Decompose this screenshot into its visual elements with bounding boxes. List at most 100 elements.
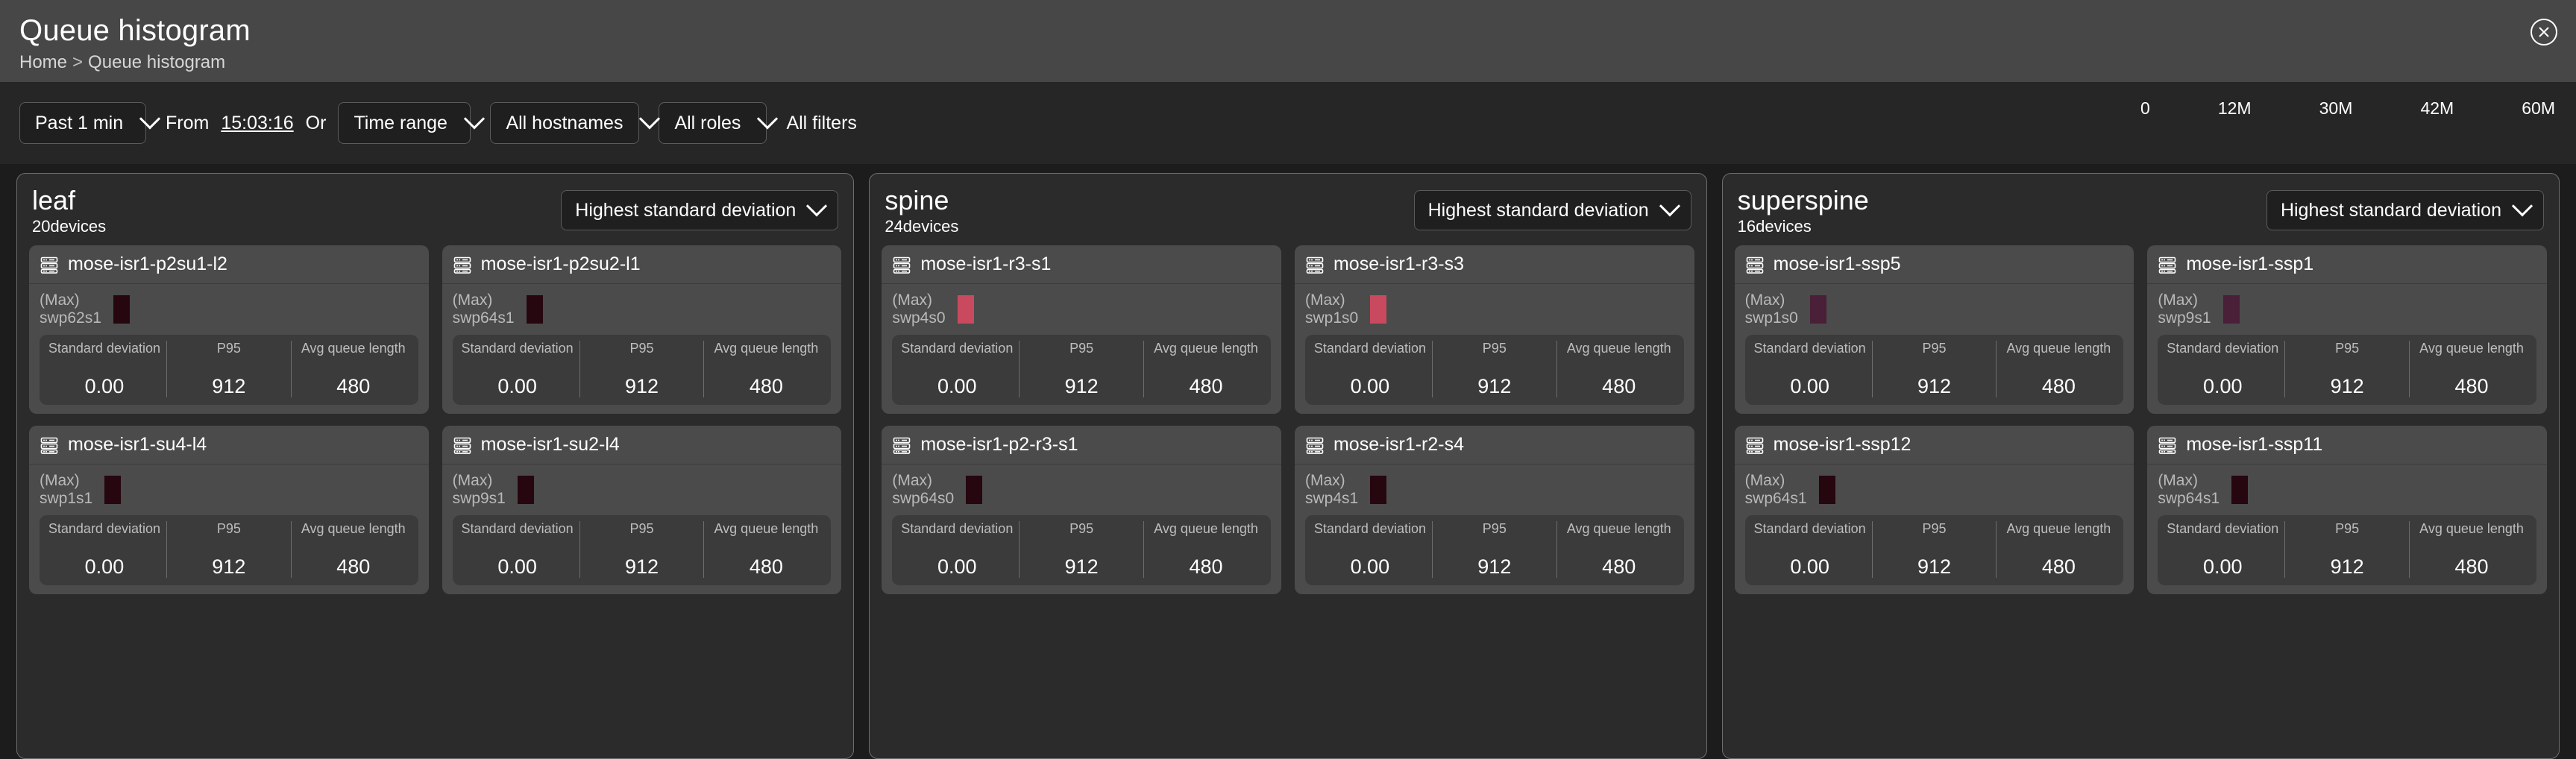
metric-value: 480 [1149, 555, 1263, 578]
device-card-body: (Max)swp9s1Standard deviation0.00P95912A… [442, 464, 842, 594]
from-time-value[interactable]: 15:03:16 [221, 113, 293, 134]
max-port-label: (Max)swp1s1 [40, 472, 92, 508]
sort-dropdown-label: Highest standard deviation [2281, 200, 2501, 221]
panel-header: spine24devicesHighest standard deviation [870, 174, 1706, 245]
device-card-body: (Max)swp4s0 Standard deviation0.00P95912A… [882, 284, 1281, 414]
max-port-name: swp64s1 [453, 309, 515, 327]
sort-dropdown[interactable]: Highest standard deviation [2266, 190, 2544, 230]
max-port-label: (Max)swp64s1 [2158, 472, 2220, 508]
max-prefix: (Max) [40, 292, 80, 309]
metric-label: Standard deviation [460, 521, 575, 552]
metric-p95: P95912 [1432, 341, 1556, 397]
max-port-name: swp4s1 [1305, 490, 1358, 507]
queue-color-swatch [104, 476, 121, 504]
device-metrics: Standard deviation0.00P95912Avg queue le… [1745, 335, 2124, 405]
panel-role-name: leaf [32, 186, 106, 215]
max-port-row: (Max)swp1s1 [40, 472, 418, 508]
device-card-header: mose-isr1-ssp12 [1735, 426, 2134, 464]
time-range-dropdown[interactable]: Time range [338, 102, 471, 144]
metric-value: 480 [296, 375, 411, 397]
queue-color-swatch [966, 476, 982, 504]
metric-p95: P95912 [2284, 521, 2409, 578]
device-card[interactable]: mose-isr1-r3-s1(Max)swp4s0Standard devia… [882, 245, 1281, 414]
metric-avg-queue-length: Avg queue length480 [1143, 341, 1268, 397]
metric-label: Avg queue length [2001, 341, 2116, 372]
device-metrics: Standard deviation0.00P95912Avg queue le… [1745, 515, 2124, 585]
device-card[interactable]: mose-isr1-ssp5(Max)swp1s0Standard deviat… [1735, 245, 2134, 414]
rack-icon [40, 435, 59, 455]
legend-tick: 12M [2218, 98, 2252, 119]
panel-device-grid: mose-isr1-p2su1-l2(Max)swp62s1Standard d… [17, 245, 853, 758]
or-label: Or [306, 113, 327, 134]
queue-color-swatch [1810, 295, 1826, 324]
metric-label: Standard deviation [1313, 341, 1427, 372]
metric-label: Standard deviation [1313, 521, 1427, 552]
metric-standard-deviation: Standard deviation0.00 [43, 341, 166, 397]
role-panel-leaf: leaf20devicesHighest standard deviationm… [16, 173, 854, 759]
device-card[interactable]: mose-isr1-p2-r3-s1(Max)swp64s0Standard d… [882, 426, 1281, 594]
device-metrics: Standard deviation0.00P95912Avg queue le… [453, 335, 832, 405]
metric-standard-deviation: Standard deviation0.00 [1748, 521, 1872, 578]
max-port-row: (Max)swp4s0 [892, 292, 1271, 327]
sort-dropdown[interactable]: Highest standard deviation [561, 190, 838, 230]
max-port-name: swp1s1 [40, 490, 92, 507]
queue-color-swatch [1819, 476, 1835, 504]
roles-dropdown[interactable]: All roles [659, 102, 767, 144]
metric-value: 480 [709, 555, 823, 578]
device-card[interactable]: mose-isr1-p2su2-l1(Max)swp64s1Standard d… [442, 245, 842, 414]
close-icon[interactable] [2528, 16, 2560, 48]
metric-value: 0.00 [460, 375, 575, 397]
metric-p95: P95912 [1872, 341, 1997, 397]
device-name: mose-isr1-ssp5 [1774, 253, 1901, 275]
metric-avg-queue-length: Avg queue length480 [1996, 521, 2120, 578]
breadcrumb-home[interactable]: Home [19, 52, 67, 72]
metric-value: 480 [296, 555, 411, 578]
metric-standard-deviation: Standard deviation0.00 [895, 341, 1019, 397]
max-port-row: (Max)swp9s1 [453, 472, 832, 508]
time-preset-dropdown[interactable]: Past 1 min [19, 102, 146, 144]
device-card-header: mose-isr1-r2-s4 [1295, 426, 1694, 464]
rack-icon [892, 435, 911, 455]
device-card[interactable]: mose-isr1-ssp12 (Max)swp64s1 Standard devi… [1735, 426, 2134, 594]
page-title: Queue histogram [19, 13, 2576, 48]
panel-device-count: 24devices [885, 217, 958, 236]
metric-value: 0.00 [1313, 375, 1427, 397]
device-card[interactable]: mose-isr1-su2-l4(Max)swp9s1Standard devi… [442, 426, 842, 594]
chevron-down-icon [806, 195, 827, 216]
device-card-body: (Max)swp1s0Standard deviation0.00P95912A… [1735, 284, 2134, 414]
device-card[interactable]: mose-isr1-r3-s3(Max)swp1s0Standard devia… [1295, 245, 1694, 414]
device-card[interactable]: mose-isr1-ssp1(Max)swp9s1Standard deviat… [2147, 245, 2547, 414]
device-card[interactable]: mose-isr1-p2su1-l2(Max)swp62s1Standard d… [29, 245, 429, 414]
metric-label: Avg queue length [1149, 521, 1263, 552]
metric-p95: P95912 [1019, 521, 1143, 578]
device-metrics: Standard deviation0.00P95912Avg queue le… [2158, 335, 2536, 405]
metric-p95: P95912 [166, 341, 291, 397]
metric-label: Standard deviation [1753, 341, 1867, 372]
time-range-label: Time range [354, 113, 447, 134]
device-card[interactable]: mose-isr1-ssp11(Max)swp64s1Standard devi… [2147, 426, 2547, 594]
device-card-header: mose-isr1-ssp5 [1735, 245, 2134, 284]
metric-value: 912 [1437, 375, 1552, 397]
queue-color-swatch [2223, 295, 2240, 324]
device-card[interactable]: mose-isr1-su4-l4(Max)swp1s1Standard devi… [29, 426, 429, 594]
roles-label: All roles [674, 113, 741, 134]
queue-color-swatch [1370, 476, 1386, 504]
max-prefix: (Max) [453, 472, 493, 489]
device-card[interactable]: mose-isr1-r2-s4(Max)swp4s1Standard devia… [1295, 426, 1694, 594]
max-port-label: (Max)swp9s1 [2158, 292, 2211, 327]
metric-label: Avg queue length [296, 341, 411, 372]
metric-p95: P95912 [1019, 341, 1143, 397]
hostnames-dropdown[interactable]: All hostnames [490, 102, 639, 144]
sort-dropdown[interactable]: Highest standard deviation [1414, 190, 1691, 230]
sort-dropdown-label: Highest standard deviation [575, 200, 796, 221]
max-port-name: swp1s0 [1745, 309, 1798, 327]
max-port-name: swp64s0 [892, 490, 954, 507]
all-filters-button[interactable]: All filters [786, 113, 856, 134]
chevron-down-icon [2512, 195, 2533, 216]
max-port-row: (Max)swp1s0 [1305, 292, 1684, 327]
metric-label: Avg queue length [1562, 521, 1677, 552]
metric-value: 912 [1877, 555, 1992, 578]
device-card-header: mose-isr1-p2-r3-s1 [882, 426, 1281, 464]
metric-p95: P95912 [1432, 521, 1556, 578]
max-port-label: (Max)swp64s1 [1745, 472, 1807, 508]
